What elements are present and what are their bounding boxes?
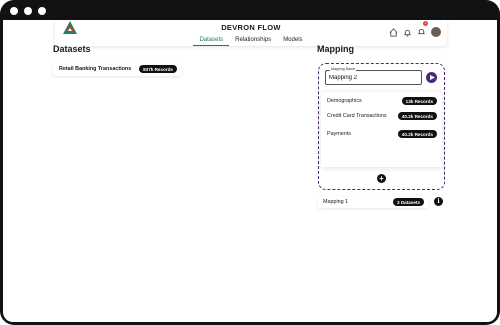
home-icon[interactable] bbox=[389, 27, 398, 37]
avatar[interactable] bbox=[431, 27, 441, 37]
info-icon[interactable]: i bbox=[434, 197, 443, 206]
notification-icon bbox=[418, 28, 425, 35]
bell-icon[interactable] bbox=[403, 28, 412, 37]
mapping-dataset-list: Demographics 13k Records Credit Card Tra… bbox=[321, 92, 442, 167]
play-icon bbox=[429, 75, 435, 80]
dataset-label: Retail Banking Transactions bbox=[59, 66, 132, 72]
records-badge: 13k Records bbox=[401, 97, 437, 105]
records-badge: 837k Records bbox=[139, 65, 177, 73]
dataset-row[interactable]: Retail Banking Transactions 837k Records bbox=[53, 62, 181, 76]
top-bar: DEVRON FLOW Datasets Relationships Model… bbox=[55, 20, 447, 46]
saved-mapping-row[interactable]: Mapping 1 3 Datasets bbox=[318, 196, 428, 208]
list-item[interactable]: Credit Card Transactions 40.2k Records bbox=[327, 111, 437, 121]
list-item[interactable]: Demographics 13k Records bbox=[327, 96, 437, 106]
list-item[interactable]: Payments 40.2k Records bbox=[327, 129, 437, 139]
item-label: Payments bbox=[327, 131, 351, 137]
notification-badge: 1 bbox=[423, 21, 428, 26]
header-icons: 1 bbox=[389, 21, 441, 41]
tab-relationships[interactable]: Relationships bbox=[229, 37, 277, 46]
datasets-heading: Datasets bbox=[53, 44, 91, 54]
add-dataset-button[interactable]: + bbox=[377, 174, 386, 183]
item-label: Demographics bbox=[327, 98, 362, 104]
tab-datasets[interactable]: Datasets bbox=[193, 37, 230, 46]
window-dot-minimize[interactable] bbox=[24, 7, 32, 15]
mapping-name-input[interactable] bbox=[329, 75, 419, 81]
mapping-name-field[interactable]: Mapping Name bbox=[325, 67, 422, 85]
plus-icon: + bbox=[379, 173, 384, 183]
records-badge: 40.2k Records bbox=[397, 130, 437, 138]
submit-mapping-button[interactable] bbox=[426, 72, 437, 83]
notification-button[interactable]: 1 bbox=[417, 21, 428, 41]
mapping-name-label: Mapping Name bbox=[330, 67, 357, 71]
mapping-dropzone[interactable]: Mapping Name Demographics 13k Records Cr… bbox=[318, 63, 445, 190]
window-dot-maximize[interactable] bbox=[38, 7, 46, 15]
window-controls bbox=[10, 7, 46, 15]
saved-mapping-label: Mapping 1 bbox=[323, 199, 349, 205]
item-label: Credit Card Transactions bbox=[327, 113, 387, 119]
datasets-badge: 3 Datasets bbox=[393, 198, 424, 206]
window-dot-close[interactable] bbox=[10, 7, 18, 15]
records-badge: 40.2k Records bbox=[397, 112, 437, 120]
tab-models[interactable]: Models bbox=[277, 37, 308, 46]
mapping-heading: Mapping bbox=[317, 44, 354, 54]
